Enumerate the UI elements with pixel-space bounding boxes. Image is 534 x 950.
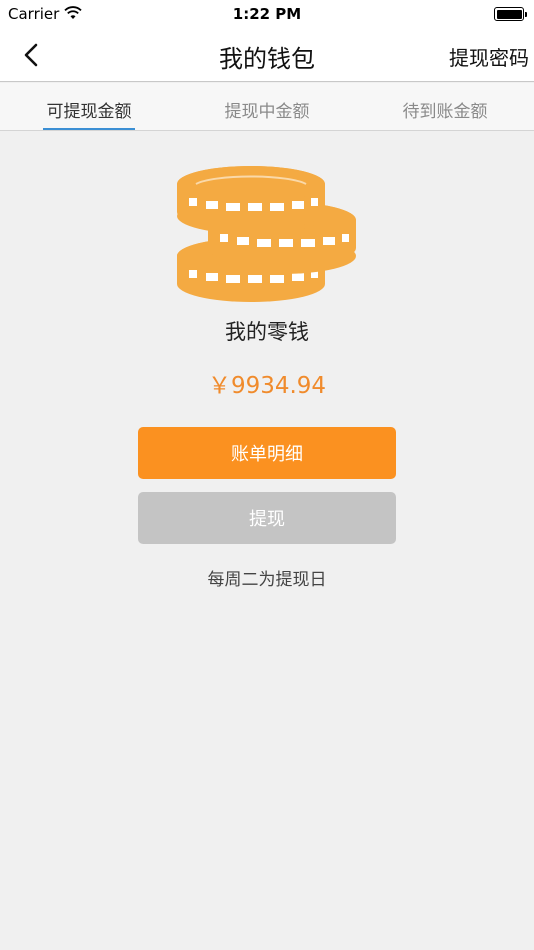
back-chevron-icon (24, 43, 38, 67)
withdraw-day-note: 每周二为提现日 (207, 570, 327, 590)
clock: 1:22 PM (232, 5, 302, 23)
tab-label: 提现中金额 (224, 102, 310, 122)
navigation-bar: 我的钱包 提现密码 (0, 28, 534, 82)
coins-stack-icon (177, 166, 356, 302)
wallet-balance: ￥9934.94 (207, 373, 327, 399)
tab-pending[interactable]: 待到账金额 (356, 83, 534, 130)
active-tab-indicator (43, 128, 135, 130)
tab-label: 可提现金额 (46, 102, 132, 122)
bill-details-button[interactable]: 账单明细 (138, 427, 396, 479)
status-bar: Carrier 1:22 PM (0, 0, 534, 28)
tab-withdrawing[interactable]: 提现中金额 (178, 83, 356, 130)
back-button[interactable] (14, 38, 50, 72)
withdraw-button[interactable]: 提现 (138, 492, 396, 544)
tab-withdrawable[interactable]: 可提现金额 (0, 83, 178, 130)
battery-icon (494, 7, 527, 21)
tab-bar: 可提现金额 提现中金额 待到账金额 (0, 83, 534, 131)
wallet-label: 我的零钱 (225, 320, 309, 344)
withdraw-password-button[interactable]: 提现密码 (449, 42, 529, 71)
tab-label: 待到账金额 (402, 102, 488, 122)
